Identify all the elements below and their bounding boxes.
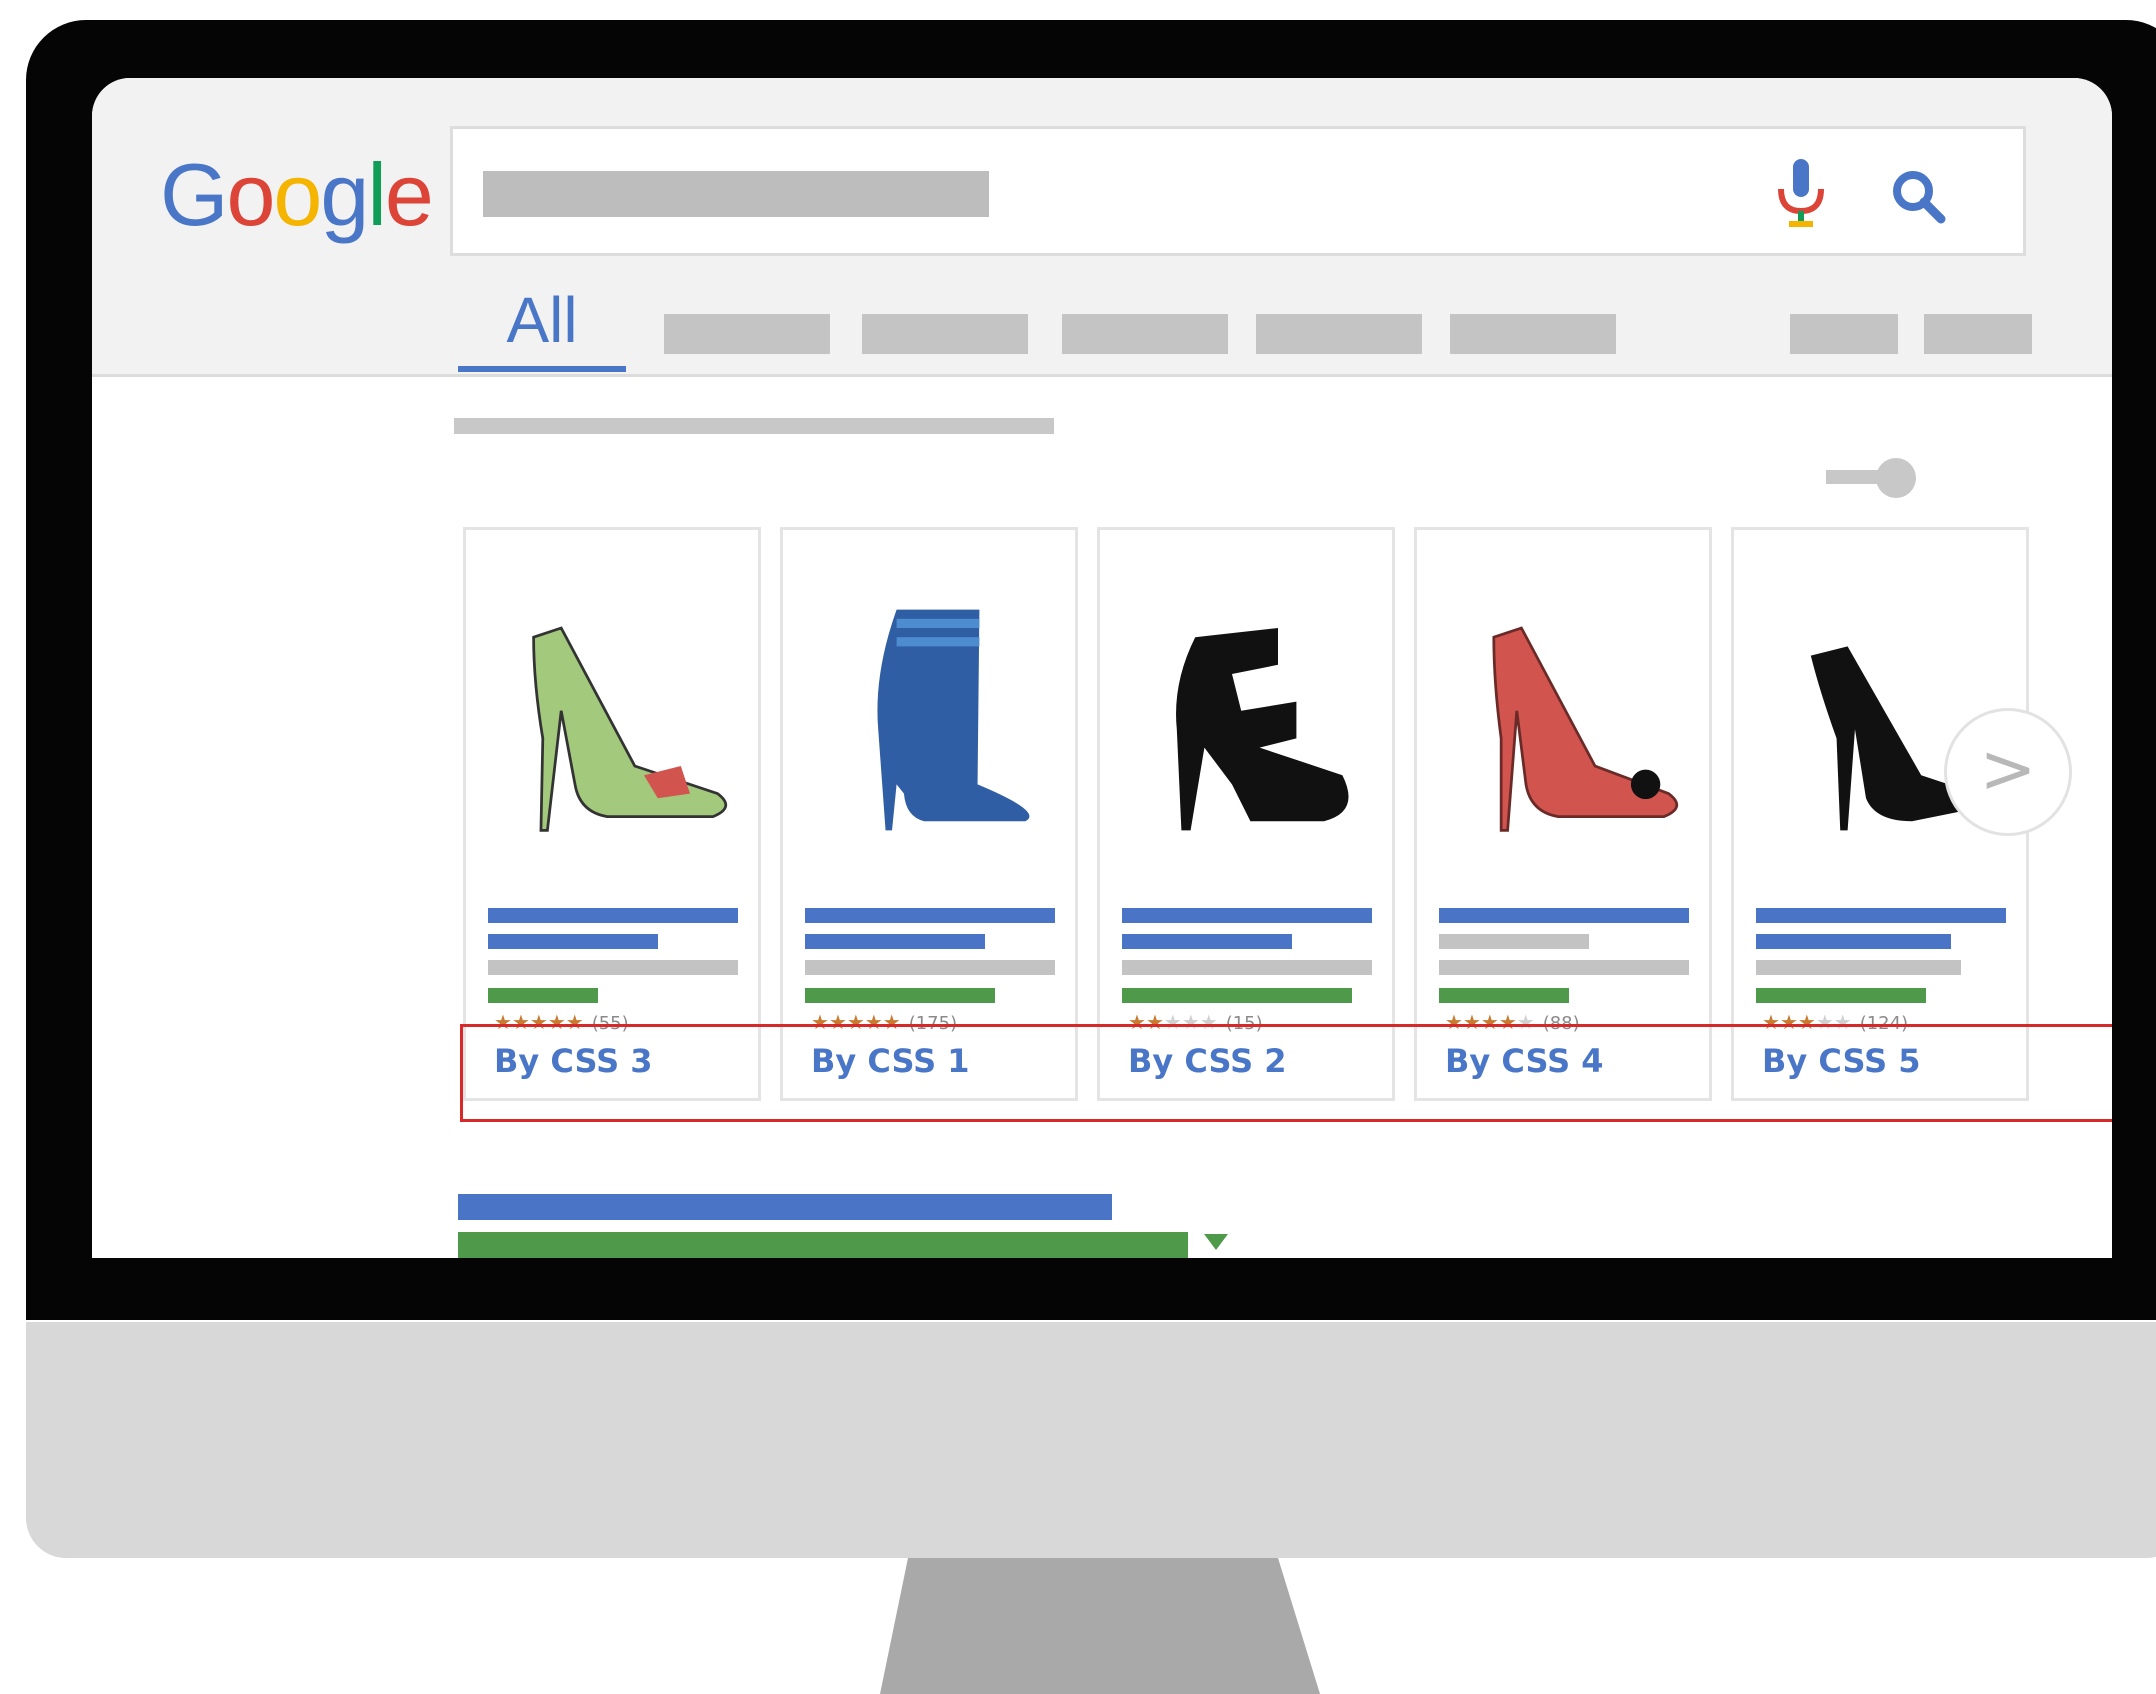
logo-letter: e <box>384 145 434 244</box>
price-placeholder <box>1122 960 1372 975</box>
price-placeholder <box>1756 960 1961 975</box>
search-header: Google All <box>92 78 2112 377</box>
tab-placeholder[interactable] <box>1062 314 1228 354</box>
search-query-placeholder-bar <box>483 171 989 217</box>
title-placeholder <box>1439 934 1589 949</box>
store-placeholder <box>1756 988 1926 1003</box>
tab-placeholder[interactable] <box>1450 314 1616 354</box>
tab-placeholder[interactable] <box>664 314 830 354</box>
title-placeholder <box>1122 934 1292 949</box>
title-placeholder <box>1439 908 1689 923</box>
price-placeholder <box>805 960 1055 975</box>
result-title-placeholder[interactable] <box>458 1194 1112 1220</box>
product-card[interactable]: ★★★★★ (88) By CSS 4 <box>1414 527 1712 1101</box>
seller-highlight-box <box>460 1024 2112 1122</box>
title-placeholder <box>805 934 985 949</box>
logo-letter: o <box>273 145 322 244</box>
search-icon[interactable] <box>1889 167 1947 225</box>
monitor-stand <box>880 1558 1320 1694</box>
results-count-placeholder <box>454 418 1054 434</box>
toggle-knob[interactable] <box>1876 458 1916 498</box>
tab-placeholder[interactable] <box>1256 314 1422 354</box>
logo-letter: o <box>226 145 275 244</box>
carousel-next-button[interactable]: > <box>1944 708 2072 836</box>
product-card[interactable]: ★★★★★ (55) By CSS 3 <box>463 527 761 1101</box>
title-placeholder <box>805 908 1055 923</box>
mic-icon[interactable] <box>1771 155 1831 235</box>
product-card[interactable]: ★★★★★ (175) By CSS 1 <box>780 527 1078 1101</box>
shoe-image[interactable] <box>1457 600 1687 840</box>
logo-letter: l <box>367 145 387 244</box>
tab-placeholder[interactable] <box>862 314 1028 354</box>
title-placeholder <box>1756 908 2006 923</box>
title-placeholder <box>1756 934 1951 949</box>
google-logo[interactable]: Google <box>160 140 434 250</box>
shoe-image[interactable] <box>823 600 1053 840</box>
result-url-dropdown-icon[interactable] <box>1204 1234 1228 1250</box>
tools-placeholder[interactable] <box>1790 314 1898 354</box>
price-placeholder <box>1439 960 1689 975</box>
tab-all[interactable]: All <box>458 282 626 372</box>
shoe-image[interactable] <box>1140 600 1370 840</box>
store-placeholder <box>1439 988 1569 1003</box>
result-url-placeholder[interactable] <box>458 1232 1188 1258</box>
store-placeholder <box>805 988 995 1003</box>
title-placeholder <box>1122 908 1372 923</box>
logo-letter: g <box>320 145 369 244</box>
title-placeholder <box>488 908 738 923</box>
logo-letter: G <box>160 145 228 244</box>
product-card[interactable]: ★★★★★ (15) By CSS 2 <box>1097 527 1395 1101</box>
store-placeholder <box>488 988 598 1003</box>
browser-screen: Google All ★★★★★ (55) By CSS 3 ★★★★★ (175) By… <box>92 78 2112 1258</box>
settings-placeholder[interactable] <box>1924 314 2032 354</box>
shoe-image[interactable] <box>506 600 736 840</box>
search-input[interactable] <box>450 126 2026 256</box>
price-placeholder <box>488 960 738 975</box>
store-placeholder <box>1122 988 1352 1003</box>
monitor-chin <box>26 1322 2156 1558</box>
title-placeholder <box>488 934 658 949</box>
